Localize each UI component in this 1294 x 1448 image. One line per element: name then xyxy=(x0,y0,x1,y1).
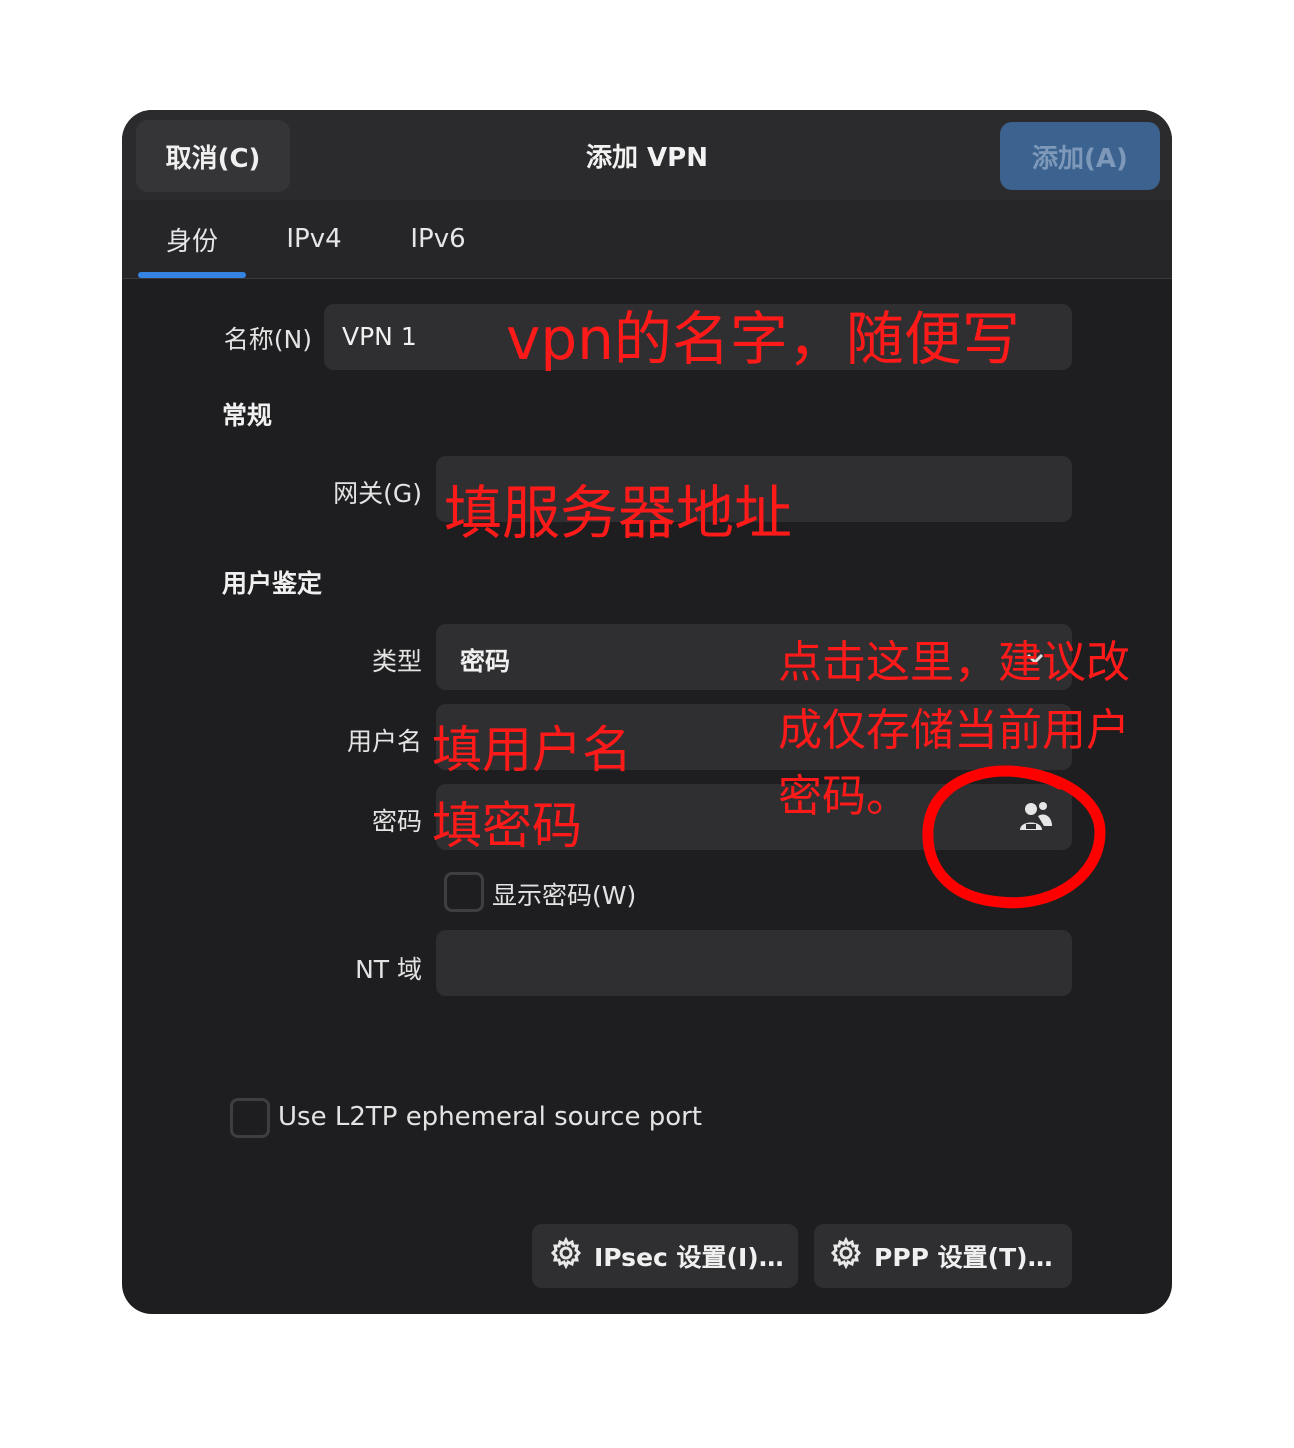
annotation-circle xyxy=(922,765,1106,909)
add-vpn-dialog: 取消(C) 添加 VPN 添加(A) 身份 IPv4 IPv6 名称(N) VP… xyxy=(122,110,1172,1314)
ipsec-settings-button[interactable]: IPsec 设置(I)… xyxy=(532,1224,798,1288)
show-password-label: 显示密码(W) xyxy=(492,881,637,910)
name-label: 名称(N) xyxy=(223,325,312,354)
dialog-header: 取消(C) 添加 VPN 添加(A) xyxy=(122,110,1172,200)
show-password-checkbox[interactable] xyxy=(444,872,484,912)
password-label: 密码 xyxy=(371,807,422,836)
type-dropdown[interactable]: 密码 xyxy=(436,624,1072,690)
gateway-label: 网关(G) xyxy=(333,479,422,508)
tab-ipv6[interactable]: IPv6 xyxy=(398,200,478,278)
general-section-heading: 常规 xyxy=(222,401,273,430)
type-label: 类型 xyxy=(371,647,422,676)
l2tp-ephemeral-checkbox[interactable] xyxy=(230,1098,270,1138)
type-value: 密码 xyxy=(460,647,511,676)
nt-domain-field[interactable] xyxy=(436,930,1072,996)
gear-icon xyxy=(550,1236,594,1275)
ppp-settings-label: PPP 设置(T)… xyxy=(874,1243,1053,1272)
tab-identity[interactable]: 身份 xyxy=(138,200,246,278)
add-button[interactable]: 添加(A) xyxy=(1000,122,1160,190)
tab-bar: 身份 IPv4 IPv6 xyxy=(122,200,1172,279)
tab-ipv4[interactable]: IPv4 xyxy=(274,200,354,278)
ppp-settings-button[interactable]: PPP 设置(T)… xyxy=(814,1224,1072,1288)
username-label: 用户名 xyxy=(346,727,422,756)
name-field[interactable]: VPN 1 xyxy=(324,304,1072,370)
auth-section-heading: 用户鉴定 xyxy=(222,569,323,598)
name-value: VPN 1 xyxy=(342,322,417,351)
l2tp-ephemeral-label: Use L2TP ephemeral source port xyxy=(278,1102,702,1132)
chevron-down-icon xyxy=(1026,650,1044,669)
ipsec-settings-label: IPsec 设置(I)… xyxy=(594,1243,784,1272)
nt-domain-label: NT 域 xyxy=(355,955,422,984)
gear-icon xyxy=(830,1236,874,1275)
cancel-button[interactable]: 取消(C) xyxy=(136,120,290,192)
gateway-field[interactable] xyxy=(436,456,1072,522)
